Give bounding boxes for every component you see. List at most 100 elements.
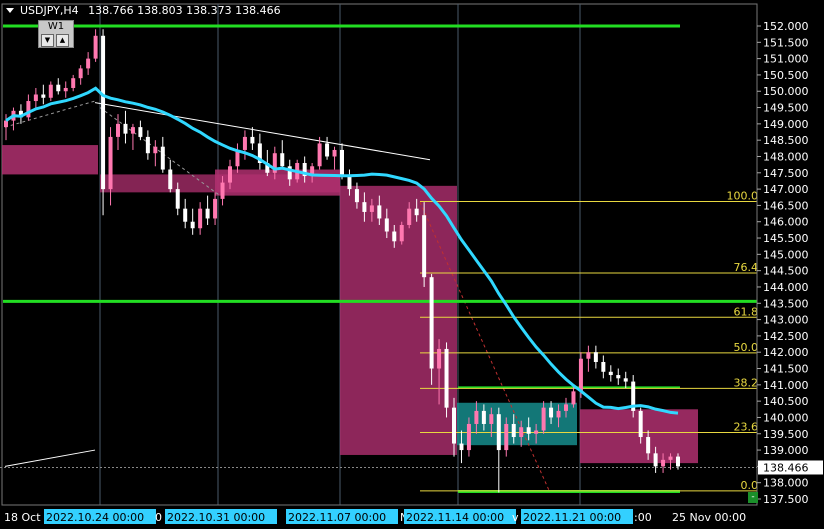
price-tick-label: 148.000 — [763, 150, 809, 163]
price-tick-label: 151.500 — [763, 36, 809, 49]
candle-body — [676, 456, 680, 467]
symbol-menu-arrow-icon[interactable] — [6, 8, 14, 13]
time-axis-label: 18 Oct — [4, 511, 41, 524]
price-tick-label: 150.500 — [763, 69, 809, 82]
candle-body — [354, 189, 359, 203]
candle-body — [340, 149, 344, 177]
candle-body — [280, 153, 285, 167]
price-tick-label: 139.500 — [763, 428, 809, 441]
supply-zone — [215, 169, 340, 196]
candle-body — [578, 358, 583, 392]
symbol-info: USDJPY,H4 138.766 138.803 138.373 138.46… — [20, 4, 281, 17]
supply-zone — [340, 185, 457, 455]
candle-body — [175, 189, 180, 209]
price-tick-label: 151.000 — [763, 53, 809, 66]
candle-body — [325, 143, 330, 157]
candle-body — [616, 375, 621, 379]
candle-body — [160, 146, 165, 170]
candle-body — [213, 198, 218, 219]
fib-level-label: 23.6 — [734, 420, 759, 433]
candle-body — [26, 101, 31, 118]
candle-body — [511, 423, 516, 438]
fib-level-label: 38.2 — [734, 376, 759, 389]
supply-zone — [2, 145, 98, 175]
candle-body — [63, 87, 68, 92]
candle-body — [347, 176, 352, 190]
candle-body — [123, 123, 128, 134]
price-tick-label: 148.500 — [763, 134, 809, 147]
candle-body — [646, 437, 651, 454]
time-axis-label: 2022.10.24 00:00 — [46, 511, 144, 524]
candle-body — [422, 215, 427, 278]
price-tick-label: 149.500 — [763, 102, 809, 115]
candle-body — [33, 94, 38, 102]
candle-body — [593, 352, 598, 362]
time-axis-label: 2022.10.31 00:00 — [167, 511, 265, 524]
timeframe-up-icon[interactable]: ▲ — [56, 34, 69, 47]
candle-body — [332, 149, 337, 157]
price-tick-label: 145.500 — [763, 232, 809, 245]
chart-window[interactable]: 100.0 76.4 61.8 50.0 38.2 23.6 0.0 152.000 151.5… — [0, 0, 824, 529]
candle-body — [198, 208, 203, 229]
timeframe-down-icon[interactable]: ▼ — [41, 34, 54, 47]
candle-body — [138, 127, 143, 137]
candle-body — [78, 68, 83, 79]
candle-body — [556, 410, 561, 418]
time-axis-label: 0 — [155, 511, 162, 524]
symbol-timeframe: USDJPY,H4 — [20, 4, 79, 17]
time-axis-label: :00 — [634, 511, 652, 524]
candle-body — [474, 410, 479, 424]
candle-body — [56, 84, 61, 92]
candle-body — [145, 136, 150, 154]
candle-body — [205, 208, 210, 219]
trend-line — [94, 102, 431, 161]
candle-body — [466, 423, 471, 451]
ohlc-values: 138.766 138.803 138.373 138.466 — [88, 4, 281, 17]
candle-body — [586, 352, 591, 359]
price-tick-label: 142.500 — [763, 330, 809, 343]
candle-body — [4, 120, 8, 128]
candle-body — [116, 123, 120, 137]
price-tick-label: 144.000 — [763, 281, 809, 294]
price-chart[interactable]: 100.0 76.4 61.8 50.0 38.2 23.6 0.0 152.000 151.5… — [0, 0, 824, 529]
candle-body — [48, 84, 53, 98]
candle-body — [242, 136, 247, 150]
candle-body — [101, 35, 106, 190]
current-price-label: 138.466 — [763, 461, 809, 474]
candle-body — [369, 205, 374, 212]
candle-body — [377, 205, 382, 219]
candle-body — [534, 430, 539, 434]
candle-body — [608, 371, 613, 376]
time-axis-label: 2022.11.07 00:00 — [288, 511, 386, 524]
price-tick-label: 146.500 — [763, 199, 809, 212]
price-tick-label: 140.000 — [763, 411, 809, 424]
fib-level-label: 61.8 — [734, 305, 759, 318]
candle-body — [362, 202, 367, 212]
candle-body — [414, 208, 419, 216]
candle-body — [452, 407, 456, 444]
trend-line — [4, 449, 96, 467]
candle-body — [571, 391, 576, 405]
price-tick-label: 146.000 — [763, 216, 809, 229]
candle-body — [220, 182, 225, 199]
price-tick-label: 152.000 — [763, 20, 809, 33]
candle-body — [228, 166, 232, 183]
candle-body — [384, 218, 389, 232]
candle-body — [541, 407, 546, 431]
fib-level-label: 76.4 — [734, 261, 759, 274]
candle-body — [153, 146, 158, 154]
candle-body — [481, 410, 486, 424]
candle-body — [601, 361, 606, 372]
price-tick-label: 139.000 — [763, 444, 809, 457]
price-tick-label: 144.500 — [763, 265, 809, 278]
candle-body — [71, 78, 76, 88]
candle-body — [549, 407, 554, 418]
time-axis-label: 2022.11.14 00:00 — [406, 511, 504, 524]
price-tick-label: 137.500 — [763, 493, 809, 506]
timeframe-switcher[interactable]: W1 ▼ ▲ — [38, 20, 74, 48]
scale-toggle-icon[interactable]: - — [748, 492, 758, 503]
price-tick-label: 141.000 — [763, 379, 809, 392]
candle-body — [190, 221, 195, 229]
candle-body — [86, 58, 91, 69]
candle-body — [407, 208, 412, 225]
